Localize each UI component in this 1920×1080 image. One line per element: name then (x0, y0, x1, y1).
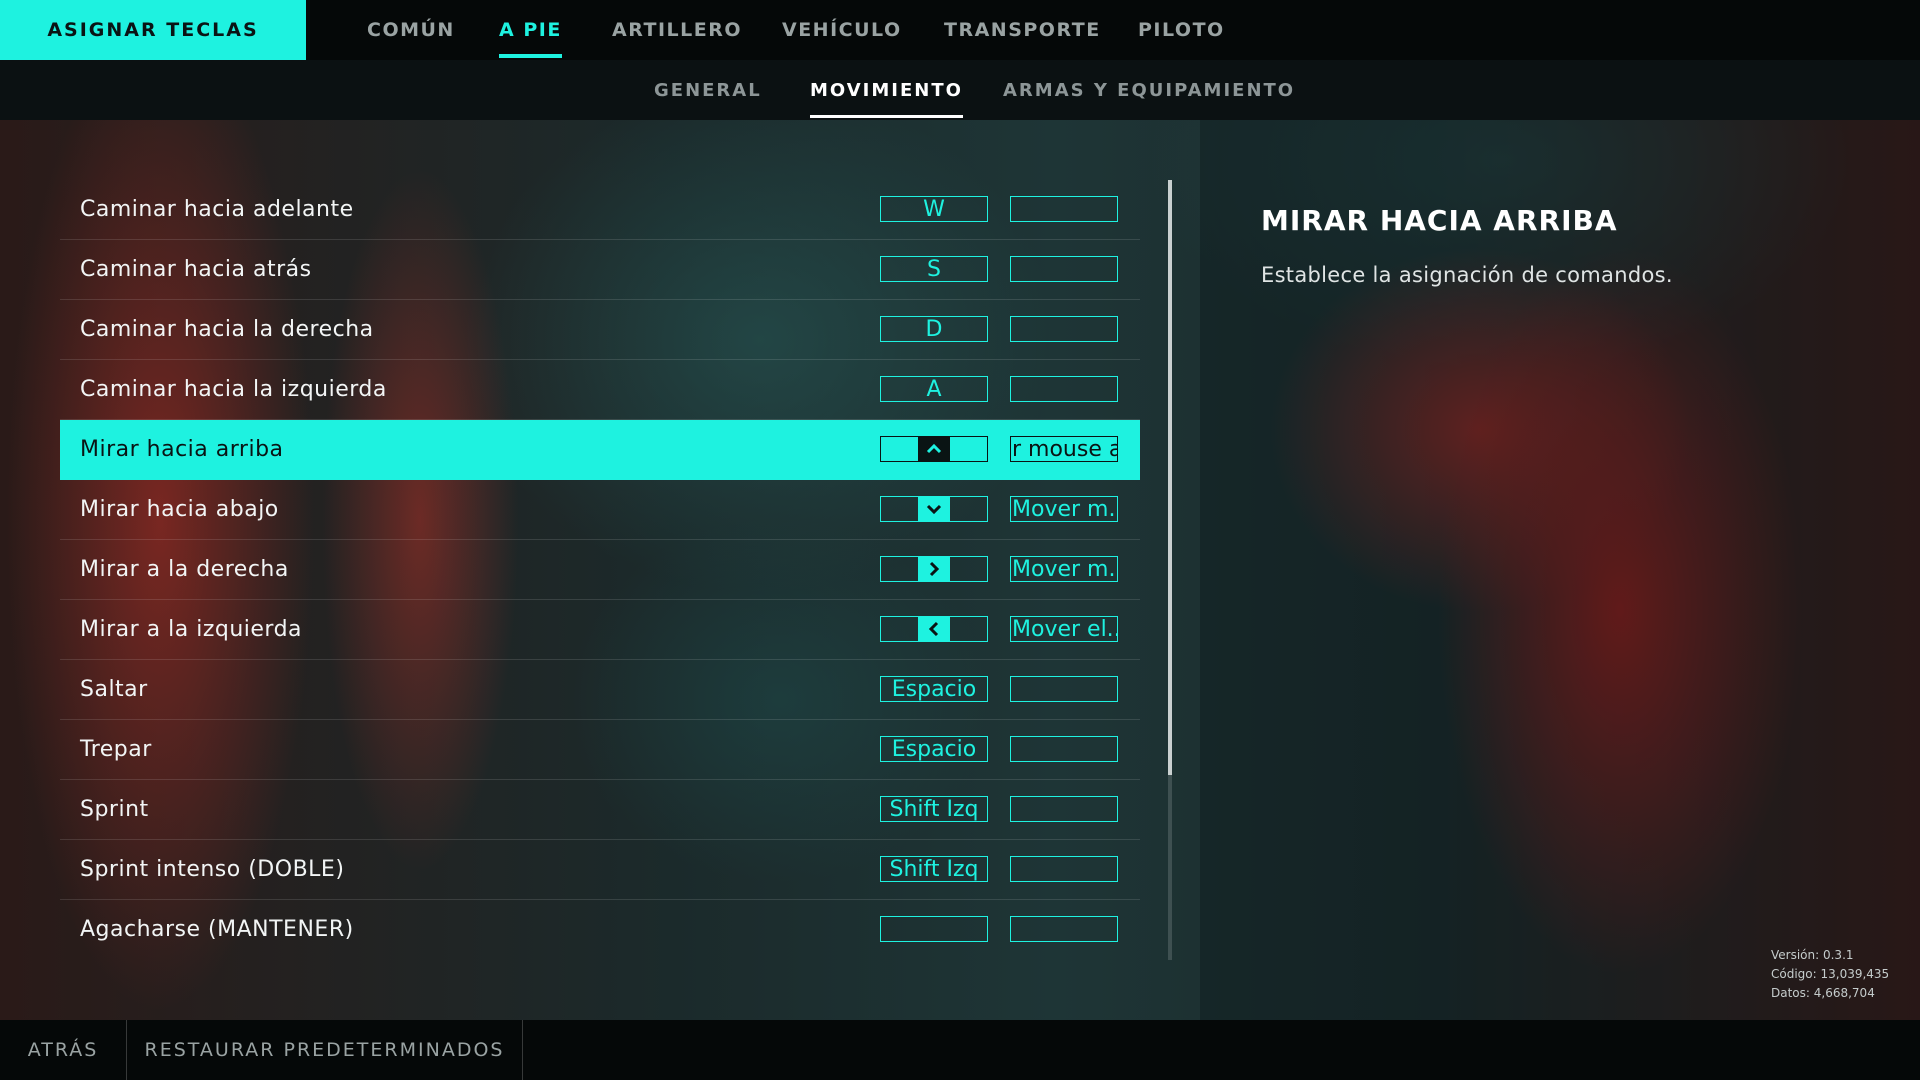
secondary-key-slot[interactable]: Mover m... (1010, 496, 1118, 522)
action-label: Saltar (80, 677, 148, 702)
tab-artillero[interactable]: ARTILLERO (612, 0, 742, 60)
action-label: Caminar hacia atrás (80, 257, 312, 282)
action-label: Mirar hacia abajo (80, 497, 279, 522)
action-label: Mirar a la izquierda (80, 617, 303, 642)
binding-row[interactable]: Caminar hacia adelante W (60, 180, 1140, 240)
secondary-key-slot[interactable] (1010, 316, 1118, 342)
page-title: ASIGNAR TECLAS (0, 0, 306, 60)
primary-key-slot[interactable] (880, 916, 988, 942)
secondary-key-slot[interactable] (1010, 856, 1118, 882)
primary-key-slot[interactable]: Shift Izq (880, 796, 988, 822)
action-label: Mirar hacia arriba (80, 437, 284, 462)
version-text: Versión: 0.3.1 (1771, 948, 1854, 962)
secondary-key-slot[interactable]: r mouse a (1010, 436, 1118, 462)
binding-row[interactable]: Mirar hacia abajo Mover m... (60, 480, 1140, 540)
binding-row[interactable]: Caminar hacia atrás S (60, 240, 1140, 300)
tab-vehiculo[interactable]: VEHÍCULO (782, 0, 902, 60)
binding-row[interactable]: Caminar hacia la derecha D (60, 300, 1140, 360)
secondary-key-slot[interactable]: Mover el... (1010, 616, 1118, 642)
tab-transporte[interactable]: TRANSPORTE (944, 0, 1101, 60)
data-text: Datos: 4,668,704 (1771, 986, 1875, 1000)
detail-description: Establece la asignación de comandos. (1261, 263, 1673, 287)
action-label: Agacharse (MANTENER) (80, 917, 354, 942)
subtab-general[interactable]: GENERAL (654, 60, 762, 120)
action-label: Trepar (80, 737, 152, 762)
action-label: Sprint (80, 797, 149, 822)
action-label: Sprint intenso (DOBLE) (80, 857, 345, 882)
primary-key-slot[interactable] (880, 436, 988, 462)
action-label: Caminar hacia la izquierda (80, 377, 387, 402)
secondary-key-slot[interactable] (1010, 376, 1118, 402)
binding-row[interactable]: Trepar Espacio (60, 720, 1140, 780)
primary-key-slot[interactable] (880, 496, 988, 522)
tab-a-pie[interactable]: A PIE (499, 0, 562, 60)
subtab-movimiento[interactable]: MOVIMIENTO (810, 60, 963, 120)
secondary-key-slot[interactable] (1010, 916, 1118, 942)
secondary-key-slot[interactable] (1010, 736, 1118, 762)
binding-row[interactable]: Sprint Shift Izq (60, 780, 1140, 840)
arrow-up-icon (918, 437, 950, 461)
binding-row[interactable]: Mirar a la derecha Mover m... (60, 540, 1140, 600)
keybinding-list: Caminar hacia adelante W Caminar hacia a… (60, 180, 1140, 959)
secondary-key-slot[interactable] (1010, 676, 1118, 702)
action-label: Caminar hacia la derecha (80, 317, 374, 342)
tab-comun[interactable]: COMÚN (367, 0, 455, 60)
detail-title: MIRAR HACIA ARRIBA (1261, 204, 1618, 237)
secondary-key-slot[interactable] (1010, 796, 1118, 822)
binding-row[interactable]: Sprint intenso (DOBLE) Shift Izq (60, 840, 1140, 900)
version-info: Versión: 0.3.1 Código: 13,039,435 Datos:… (1771, 946, 1889, 1003)
arrow-right-icon (918, 557, 950, 581)
arrow-down-icon (918, 497, 950, 521)
binding-row-selected[interactable]: Mirar hacia arriba r mouse a (60, 420, 1140, 480)
primary-key-slot[interactable]: W (880, 196, 988, 222)
tab-piloto[interactable]: PILOTO (1138, 0, 1225, 60)
action-label: Caminar hacia adelante (80, 197, 354, 222)
scrollbar-thumb[interactable] (1168, 180, 1172, 775)
primary-key-slot[interactable]: Shift Izq (880, 856, 988, 882)
primary-key-slot[interactable]: D (880, 316, 988, 342)
secondary-key-slot[interactable] (1010, 256, 1118, 282)
binding-row[interactable]: Caminar hacia la izquierda A (60, 360, 1140, 420)
primary-key-slot[interactable]: Espacio (880, 736, 988, 762)
secondary-key-slot[interactable]: Mover m... (1010, 556, 1118, 582)
subtab-armas-y-equipamiento[interactable]: ARMAS Y EQUIPAMIENTO (1003, 60, 1295, 120)
binding-row[interactable]: Saltar Espacio (60, 660, 1140, 720)
primary-key-slot[interactable]: S (880, 256, 988, 282)
primary-key-slot[interactable]: A (880, 376, 988, 402)
action-label: Mirar a la derecha (80, 557, 289, 582)
primary-key-slot[interactable]: Espacio (880, 676, 988, 702)
binding-row[interactable]: Mirar a la izquierda Mover el... (60, 600, 1140, 660)
primary-key-slot[interactable] (880, 616, 988, 642)
detail-panel (1200, 120, 1920, 1020)
code-text: Código: 13,039,435 (1771, 967, 1890, 981)
binding-row[interactable]: Agacharse (MANTENER) (60, 900, 1140, 959)
restore-defaults-button[interactable]: RESTAURAR PREDETERMINADOS (127, 1020, 523, 1080)
secondary-key-slot[interactable] (1010, 196, 1118, 222)
arrow-left-icon (918, 617, 950, 641)
primary-key-slot[interactable] (880, 556, 988, 582)
back-button[interactable]: ATRÁS (0, 1020, 127, 1080)
